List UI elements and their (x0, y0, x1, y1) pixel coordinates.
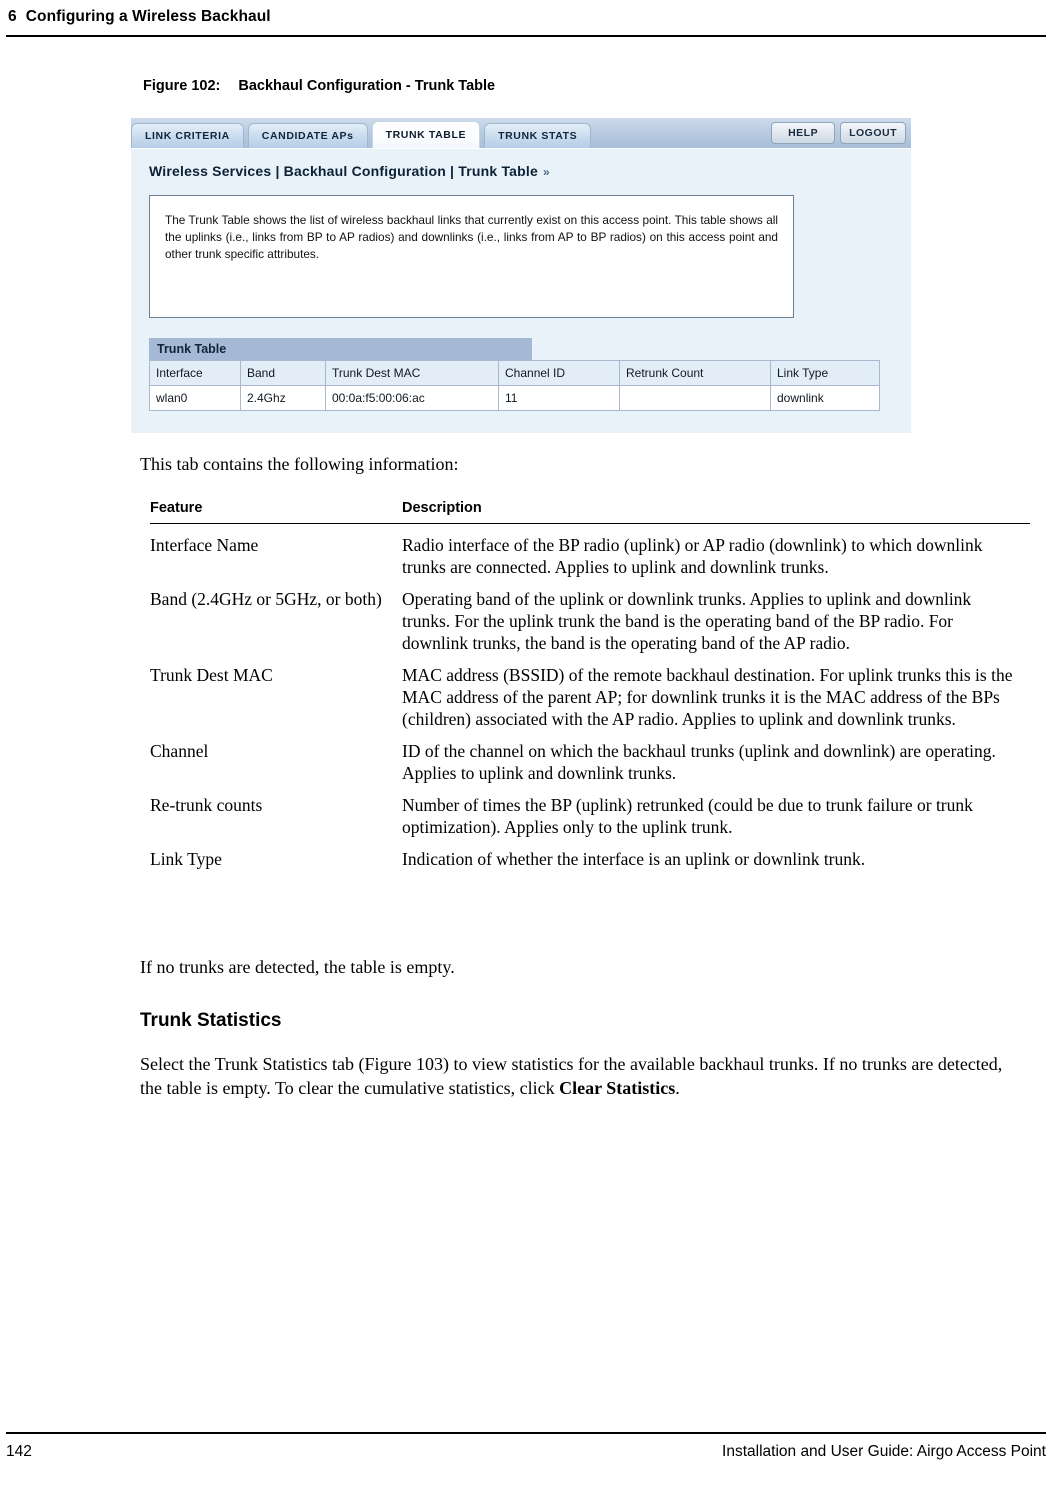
clear-statistics-emphasis: Clear Statistics (559, 1078, 676, 1098)
intro-paragraph: This tab contains the following informat… (140, 454, 459, 474)
paragraph-part-2: . (675, 1078, 680, 1098)
breadcrumb: Wireless Services | Backhaul Configurati… (149, 163, 911, 179)
feature-description: MAC address (BSSID) of the remote backha… (402, 665, 1013, 729)
cell-link-type: downlink (770, 385, 880, 411)
cell-retrunk-count (619, 385, 771, 411)
guide-title: Installation and User Guide: Airgo Acces… (722, 1443, 1046, 1460)
column-header-channel-id: Channel ID (498, 360, 620, 386)
feature-name: Band (2.4GHz or 5GHz, or both) (150, 589, 382, 609)
table-row: Interface Name Radio interface of the BP… (150, 524, 1030, 579)
column-header-link-type: Link Type (770, 360, 880, 386)
cell-channel-id: 11 (498, 385, 620, 411)
info-box-text: The Trunk Table shows the list of wirele… (165, 213, 778, 261)
feature-name: Link Type (150, 849, 222, 869)
tab-trunk-table[interactable]: TRUNK TABLE (371, 121, 481, 148)
column-header-trunk-dest-mac: Trunk Dest MAC (325, 360, 499, 386)
table-row: Trunk Dest MAC MAC address (BSSID) of th… (150, 654, 1030, 730)
feature-description: Radio interface of the BP radio (uplink)… (402, 535, 983, 577)
column-header-feature: Feature (150, 500, 203, 516)
logout-button[interactable]: LOGOUT (840, 122, 906, 144)
footer-divider (6, 1432, 1046, 1434)
info-box: The Trunk Table shows the list of wirele… (149, 195, 794, 318)
logout-button-label: LOGOUT (849, 127, 897, 139)
feature-name: Interface Name (150, 535, 259, 555)
column-header-interface: Interface (149, 360, 241, 386)
tab-link-criteria[interactable]: LINK CRITERIA (131, 123, 244, 148)
column-header-band: Band (240, 360, 326, 386)
table-row: Re-trunk counts Number of times the BP (… (150, 784, 1030, 838)
feature-name: Channel (150, 741, 209, 761)
breadcrumb-path: Wireless Services | Backhaul Configurati… (149, 163, 538, 179)
tab-label: TRUNK STATS (498, 130, 578, 142)
table-row: Link Type Indication of whether the inte… (150, 838, 1030, 870)
table-row: Channel ID of the channel on which the b… (150, 730, 1030, 784)
tab-trunk-stats[interactable]: TRUNK STATS (484, 123, 592, 148)
tab-bar-actions: HELP LOGOUT (771, 122, 906, 144)
feature-description-table: Feature Description Interface Name Radio… (150, 500, 1030, 870)
table-row: wlan0 2.4Ghz 00:0a:f5:00:06:ac 11 downli… (149, 385, 880, 411)
trunk-table: Interface Band Trunk Dest MAC Channel ID… (149, 360, 880, 411)
feature-name: Trunk Dest MAC (150, 665, 273, 685)
figure-screenshot: LINK CRITERIA CANDIDATE APs TRUNK TABLE … (131, 118, 911, 433)
feature-name: Re-trunk counts (150, 795, 263, 815)
page-number: 142 (6, 1443, 32, 1460)
tab-label: CANDIDATE APs (261, 130, 354, 142)
trunk-statistics-paragraph: Select the Trunk Statistics tab (Figure … (140, 1052, 1028, 1100)
cell-band: 2.4Ghz (240, 385, 326, 411)
trunk-table-panel: Trunk Table Interface Band Trunk Dest MA… (149, 338, 880, 411)
tab-bar: LINK CRITERIA CANDIDATE APs TRUNK TABLE … (131, 118, 911, 149)
running-header: 6 Configuring a Wireless Backhaul (8, 8, 1045, 38)
tab-candidate-aps[interactable]: CANDIDATE APs (247, 123, 368, 148)
tab-label: TRUNK TABLE (385, 129, 467, 141)
help-button-label: HELP (788, 127, 819, 139)
section-heading-trunk-statistics: Trunk Statistics (140, 1010, 282, 1031)
chapter-number: 6 (8, 8, 17, 25)
feature-table-header-row: Feature Description (150, 500, 1030, 522)
figure-label: Figure 102: (143, 78, 221, 94)
header-divider (6, 35, 1046, 37)
table-row: Band (2.4GHz or 5GHz, or both) Operating… (150, 578, 1030, 654)
cell-trunk-dest-mac: 00:0a:f5:00:06:ac (325, 385, 499, 411)
double-chevron-icon: » (542, 165, 550, 179)
help-button[interactable]: HELP (771, 122, 836, 144)
feature-description: ID of the channel on which the backhaul … (402, 741, 996, 783)
figure-title: Backhaul Configuration - Trunk Table (238, 78, 496, 94)
tab-list: LINK CRITERIA CANDIDATE APs TRUNK TABLE … (131, 118, 595, 148)
trunk-table-panel-title: Trunk Table (149, 338, 532, 360)
trunk-table-header-row: Interface Band Trunk Dest MAC Channel ID… (149, 360, 880, 386)
cell-interface: wlan0 (149, 385, 241, 411)
figure-caption: Figure 102: Backhaul Configuration - Trun… (143, 78, 495, 94)
feature-description: Operating band of the uplink or downlink… (402, 589, 972, 653)
feature-description: Number of times the BP (uplink) retrunke… (402, 795, 973, 837)
chapter-title: Configuring a Wireless Backhaul (25, 8, 271, 25)
no-trunks-paragraph: If no trunks are detected, the table is … (140, 957, 455, 977)
feature-description: Indication of whether the interface is a… (402, 849, 866, 869)
page-footer: 142 Installation and User Guide: Airgo A… (6, 1443, 1046, 1461)
tab-label: LINK CRITERIA (145, 130, 230, 142)
column-header-description: Description (402, 500, 482, 516)
column-header-retrunk-count: Retrunk Count (619, 360, 771, 386)
